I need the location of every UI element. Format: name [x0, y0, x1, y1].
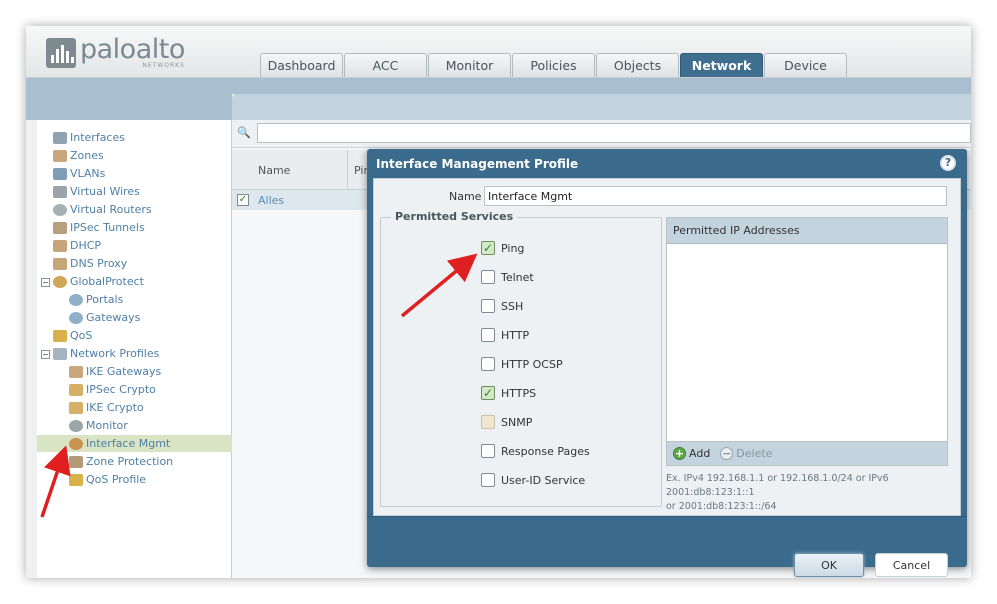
annotation-arrows: [40, 253, 478, 518]
arrow-to-interface-mgmt: [40, 445, 71, 518]
arrow-to-ping: [400, 253, 478, 318]
